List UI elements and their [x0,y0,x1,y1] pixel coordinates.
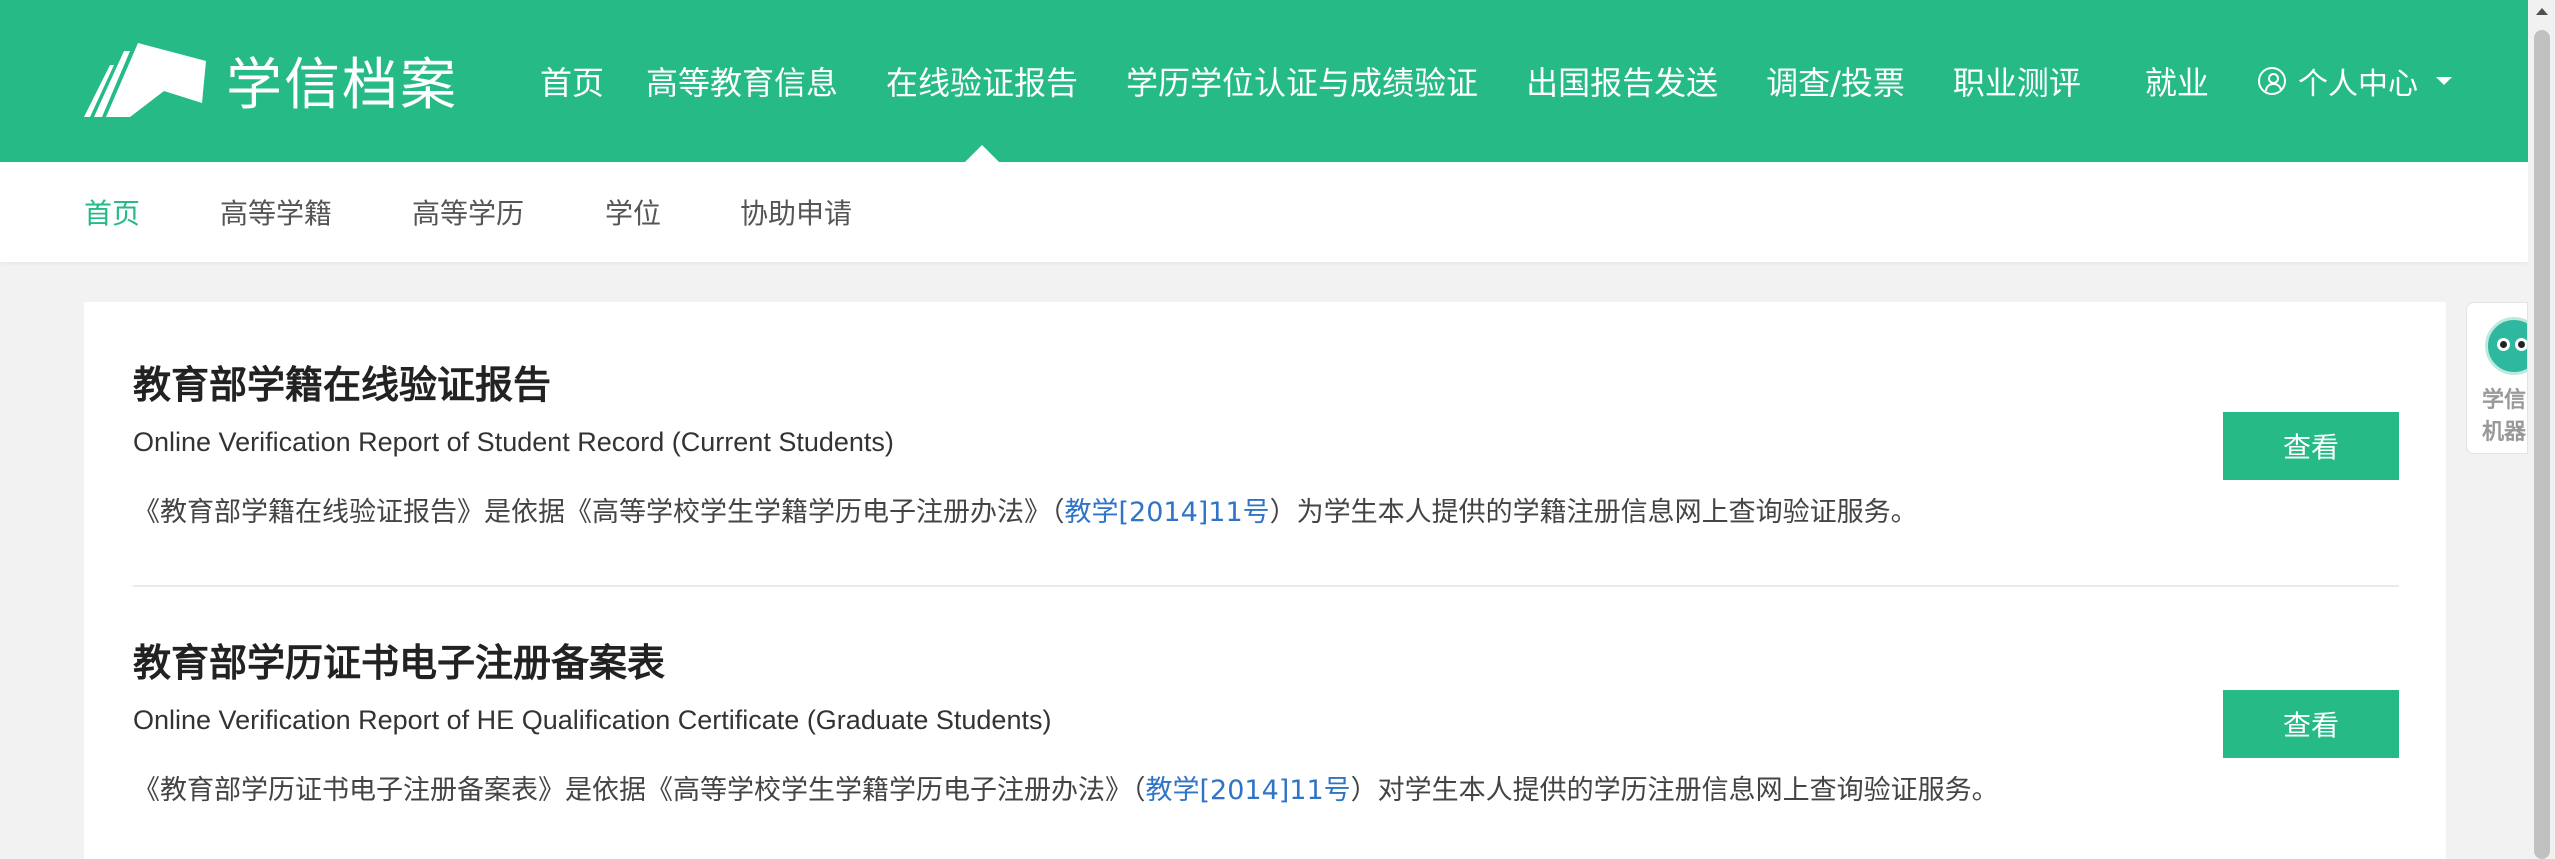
subnav-higher-enrollment[interactable]: 高等学籍 [220,162,332,262]
report-desc-text: ）为学生本人提供的学籍注册信息网上查询验证服务。 [1269,497,1918,528]
report-desc-text: ）对学生本人提供的学历注册信息网上查询验证服务。 [1350,775,1999,806]
scroll-thumb[interactable] [2534,30,2550,859]
user-icon [2258,67,2286,95]
nav-online-verification-report[interactable]: 在线验证报告 [886,0,1078,162]
scroll-up-icon[interactable] [2536,8,2548,15]
robot-label-line: 学信 [2482,388,2527,413]
user-center-menu[interactable]: 个人中心 [2258,0,2452,162]
divider [133,585,2399,587]
chevron-down-icon [2436,77,2452,85]
report-desc-text: 《教育部学历证书电子注册备案表》是依据《高等学校学生学籍学历电子注册办法》（ [133,775,1146,806]
nav-higher-education-info[interactable]: 高等教育信息 [646,0,838,162]
view-button[interactable]: 查看 [2223,412,2399,480]
subnav-higher-education[interactable]: 高等学历 [412,162,524,262]
nav-degree-certification[interactable]: 学历学位认证与成绩验证 [1126,0,1478,162]
view-button[interactable]: 查看 [2223,690,2399,758]
report-description: 《教育部学籍在线验证报告》是依据《高等学校学生学籍学历电子注册办法》（教学[20… [133,490,2399,529]
robot-label-line: 机器 [2482,420,2527,445]
logo-text: 学信档案 [226,52,458,118]
site-logo[interactable]: 学信档案 [84,40,458,120]
regulation-link[interactable]: 教学[2014]11号 [1146,775,1351,806]
subnav-assist-apply[interactable]: 协助申请 [740,162,852,262]
nav-employment[interactable]: 就业 [2145,0,2209,162]
nav-overseas-report[interactable]: 出国报告发送 [1526,0,1718,162]
robot-label: 学信 机器 [2482,385,2527,449]
nav-career-assessment[interactable]: 职业测评 [1953,0,2081,162]
user-center-label: 个人中心 [2298,67,2418,102]
robot-avatar-icon [2485,317,2527,375]
reports-card: 教育部学籍在线验证报告 Online Verification Report o… [84,302,2446,859]
subnav-home[interactable]: 首页 [84,162,140,262]
nav-survey-vote[interactable]: 调查/投票 [1766,0,1905,162]
report-desc-text: 《教育部学籍在线验证报告》是依据《高等学校学生学籍学历电子注册办法》（ [133,497,1065,528]
book-logo-icon [84,43,206,117]
regulation-link[interactable]: 教学[2014]11号 [1065,497,1270,528]
report-subtitle: Online Verification Report of Student Re… [133,427,894,457]
robot-assistant-widget[interactable]: 学信 机器 [2466,302,2528,454]
nav-home[interactable]: 首页 [540,0,604,162]
report-subtitle: Online Verification Report of HE Qualifi… [133,705,1052,735]
main-nav: 首页 高等教育信息 在线验证报告 学历学位认证与成绩验证 出国报告发送 调查/投… [540,0,2209,162]
report-title: 教育部学籍在线验证报告 [133,363,552,407]
report-title: 教育部学历证书电子注册备案表 [133,641,666,685]
report-description: 《教育部学历证书电子注册备案表》是依据《高等学校学生学籍学历电子注册办法》（教学… [133,768,2399,807]
page-scrollbar[interactable] [2528,0,2555,859]
top-header: 学信档案 首页 高等教育信息 在线验证报告 学历学位认证与成绩验证 出国报告发送… [0,0,2528,162]
subnav-degree[interactable]: 学位 [605,162,661,262]
report-student-record: 教育部学籍在线验证报告 Online Verification Report o… [133,354,2399,529]
sub-nav: 首页 高等学籍 高等学历 学位 协助申请 [0,162,2528,262]
report-qualification-certificate: 教育部学历证书电子注册备案表 Online Verification Repor… [133,632,2399,807]
